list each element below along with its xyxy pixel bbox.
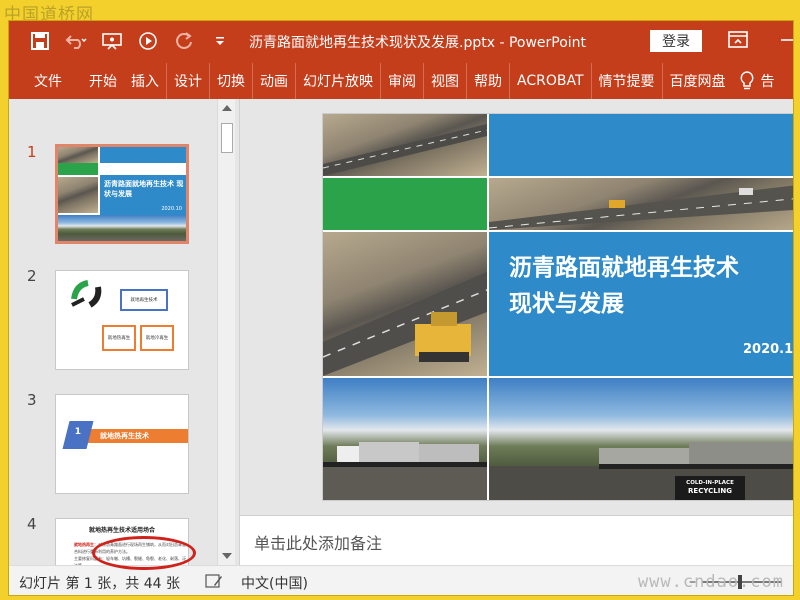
- notes-toggle-icon[interactable]: [205, 573, 223, 593]
- tell-me[interactable]: 告: [733, 71, 775, 91]
- scroll-down-icon[interactable]: [222, 553, 232, 559]
- thumb-blue-block: [100, 147, 186, 163]
- quick-access-toolbar: [29, 30, 231, 52]
- thumb-photo: [58, 177, 98, 213]
- thumb-date: 2020.10: [161, 206, 182, 212]
- thumbnail-number: 1: [27, 143, 37, 161]
- play-from-start-icon[interactable]: [137, 30, 159, 52]
- minimize-icon[interactable]: [777, 30, 793, 52]
- thumb-photo: [58, 215, 186, 241]
- thumb-title-block: 沥青路面就地再生技术 现状与发展 2020.10: [100, 175, 186, 215]
- slide-counter: 幻灯片 第 1 张，共 44 张: [19, 576, 180, 592]
- thumbnail-number: 4: [27, 515, 37, 533]
- save-icon[interactable]: [29, 30, 51, 52]
- highlight-annotation: [92, 536, 196, 570]
- tab-home[interactable]: 开始: [82, 63, 124, 99]
- lightbulb-icon: [740, 71, 753, 90]
- thumbnails-scrollbar[interactable]: [217, 99, 235, 565]
- tab-insert[interactable]: 插入: [124, 63, 167, 99]
- recycle-icon: [71, 280, 102, 308]
- redo-icon[interactable]: [173, 30, 195, 52]
- thumb-orange-bar: 就地热再生技术: [82, 429, 188, 443]
- language-indicator[interactable]: 中文(中国): [241, 573, 308, 593]
- slide-photo-highway: [489, 178, 793, 230]
- notes-placeholder: 单击此处添加备注: [254, 534, 383, 553]
- slide-photo-road-1: [323, 114, 487, 176]
- tell-me-label: 告: [760, 74, 775, 90]
- logo-line-1: COLD-IN-PLACE: [686, 480, 734, 486]
- slide-blue-header: [489, 114, 793, 176]
- thumb-badge-number: 1: [74, 427, 82, 437]
- tab-review[interactable]: 审阅: [381, 63, 424, 99]
- title-bar: 沥青路面就地再生技术现状及发展.pptx - PowerPoint 登录: [9, 21, 793, 63]
- customize-toolbar-icon[interactable]: [209, 30, 231, 52]
- slide-green-block: [323, 178, 487, 230]
- notes-pane[interactable]: 单击此处添加备注: [239, 515, 793, 565]
- slide-photo-trucks: [323, 378, 487, 500]
- thumb-blue-badge: 1: [62, 421, 94, 449]
- thumb-title: 就地热再生技术: [100, 432, 149, 440]
- tab-transitions[interactable]: 切换: [210, 63, 253, 99]
- tab-baidu-netdisk[interactable]: 百度网盘: [663, 63, 733, 99]
- recycling-logo: COLD-IN-PLACE RECYCLING: [675, 476, 745, 500]
- tab-storyboard[interactable]: 情节提要: [592, 63, 663, 99]
- thumb-box: 就地再生技术: [120, 289, 168, 311]
- ribbon-display-options-icon[interactable]: [727, 30, 749, 52]
- tab-view[interactable]: 视图: [424, 63, 467, 99]
- login-button[interactable]: 登录: [650, 30, 702, 52]
- slide-title-line-1[interactable]: 沥青路面就地再生技术: [509, 248, 739, 282]
- thumb-photo: [58, 147, 98, 163]
- presenter-icon[interactable]: [101, 30, 123, 52]
- thumb-box: 就地冷再生: [140, 325, 174, 351]
- slide-title-block: 沥青路面就地再生技术 现状与发展 2020.10: [489, 232, 793, 376]
- scrollbar-thumb[interactable]: [221, 123, 233, 153]
- logo-line-2: RECYCLING: [688, 487, 732, 495]
- ribbon-tabs: 文件 开始 插入 设计 切换 动画 幻灯片放映 审阅 视图 帮助 ACROBAT…: [9, 63, 793, 99]
- tab-help[interactable]: 帮助: [467, 63, 510, 99]
- thumbnail-slide-3[interactable]: 就地热再生技术 1: [55, 394, 189, 494]
- thumbnail-number: 3: [27, 391, 37, 409]
- tab-animations[interactable]: 动画: [253, 63, 296, 99]
- slide-photo-paver: [323, 232, 487, 376]
- slide-editing-area: 沥青路面就地再生技术 现状与发展 2020.10 COLD-IN-PLACE R…: [239, 99, 793, 515]
- slide-date[interactable]: 2020.10: [743, 342, 793, 357]
- tab-slideshow[interactable]: 幻灯片放映: [296, 63, 381, 99]
- tab-design[interactable]: 设计: [167, 63, 210, 99]
- slide-photo-recycling-train: COLD-IN-PLACE RECYCLING: [489, 378, 793, 500]
- powerpoint-window: 沥青路面就地再生技术现状及发展.pptx - PowerPoint 登录 文件 …: [8, 20, 794, 596]
- thumb-green-block: [58, 163, 98, 175]
- scroll-up-icon[interactable]: [222, 105, 232, 111]
- current-slide[interactable]: 沥青路面就地再生技术 现状与发展 2020.10 COLD-IN-PLACE R…: [322, 113, 793, 501]
- thumbnail-number: 2: [27, 267, 37, 285]
- thumb-box: 就地热再生: [102, 325, 136, 351]
- thumbnail-slide-1[interactable]: 沥青路面就地再生技术 现状与发展 2020.10: [55, 144, 189, 244]
- slide-thumbnails-pane: 1 沥青路面就地再生技术 现状与发展 2020.10 2 就地再生技术 就地热再…: [9, 99, 239, 565]
- tab-acrobat[interactable]: ACROBAT: [510, 63, 592, 99]
- window-title: 沥青路面就地再生技术现状及发展.pptx - PowerPoint: [249, 35, 587, 51]
- thumb-title: 沥青路面就地再生技术 现状与发展: [104, 180, 184, 198]
- thumbnail-slide-2[interactable]: 就地再生技术 就地热再生 就地冷再生: [55, 270, 189, 370]
- slide-title-line-2[interactable]: 现状与发展: [509, 284, 624, 318]
- thumb-title: 就地热再生技术适用场合: [88, 527, 155, 534]
- undo-icon[interactable]: [65, 30, 87, 52]
- tab-file[interactable]: 文件: [27, 63, 82, 99]
- watermark-url: www.cndao.com: [637, 572, 784, 592]
